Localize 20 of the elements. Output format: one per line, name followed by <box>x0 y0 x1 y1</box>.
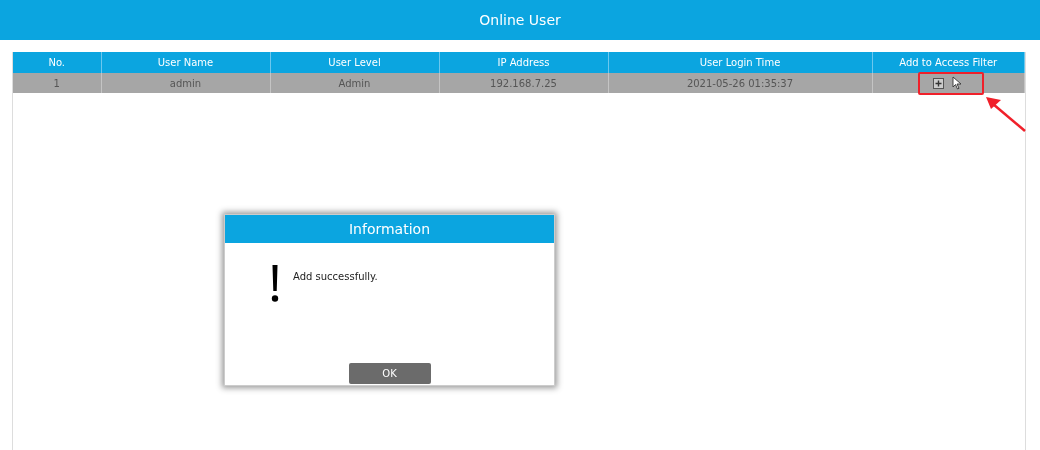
column-header: Add to Access Filter <box>872 52 1025 73</box>
table-cell: 192.168.7.25 <box>439 73 608 93</box>
cursor-icon <box>952 76 964 90</box>
table-cell: 1 <box>13 73 101 93</box>
column-header: User Login Time <box>608 52 872 73</box>
column-header: User Name <box>101 52 270 73</box>
table-cell: Admin <box>270 73 439 93</box>
ok-button[interactable]: OK <box>348 363 431 384</box>
column-header: No. <box>13 52 101 73</box>
pointer-arrow <box>984 95 1026 132</box>
exclamation-icon <box>271 265 279 303</box>
table-cell: admin <box>101 73 270 93</box>
dialog-title: Information <box>348 221 430 237</box>
column-header: IP Address <box>439 52 608 73</box>
page-title: Online User <box>479 12 561 28</box>
column-header: User Level <box>270 52 439 73</box>
dialog-message: Add successfully. <box>293 271 378 284</box>
table-cell: 2021-05-26 01:35:37 <box>608 73 872 93</box>
add-icon[interactable] <box>933 77 945 89</box>
highlight-frame <box>918 72 984 95</box>
